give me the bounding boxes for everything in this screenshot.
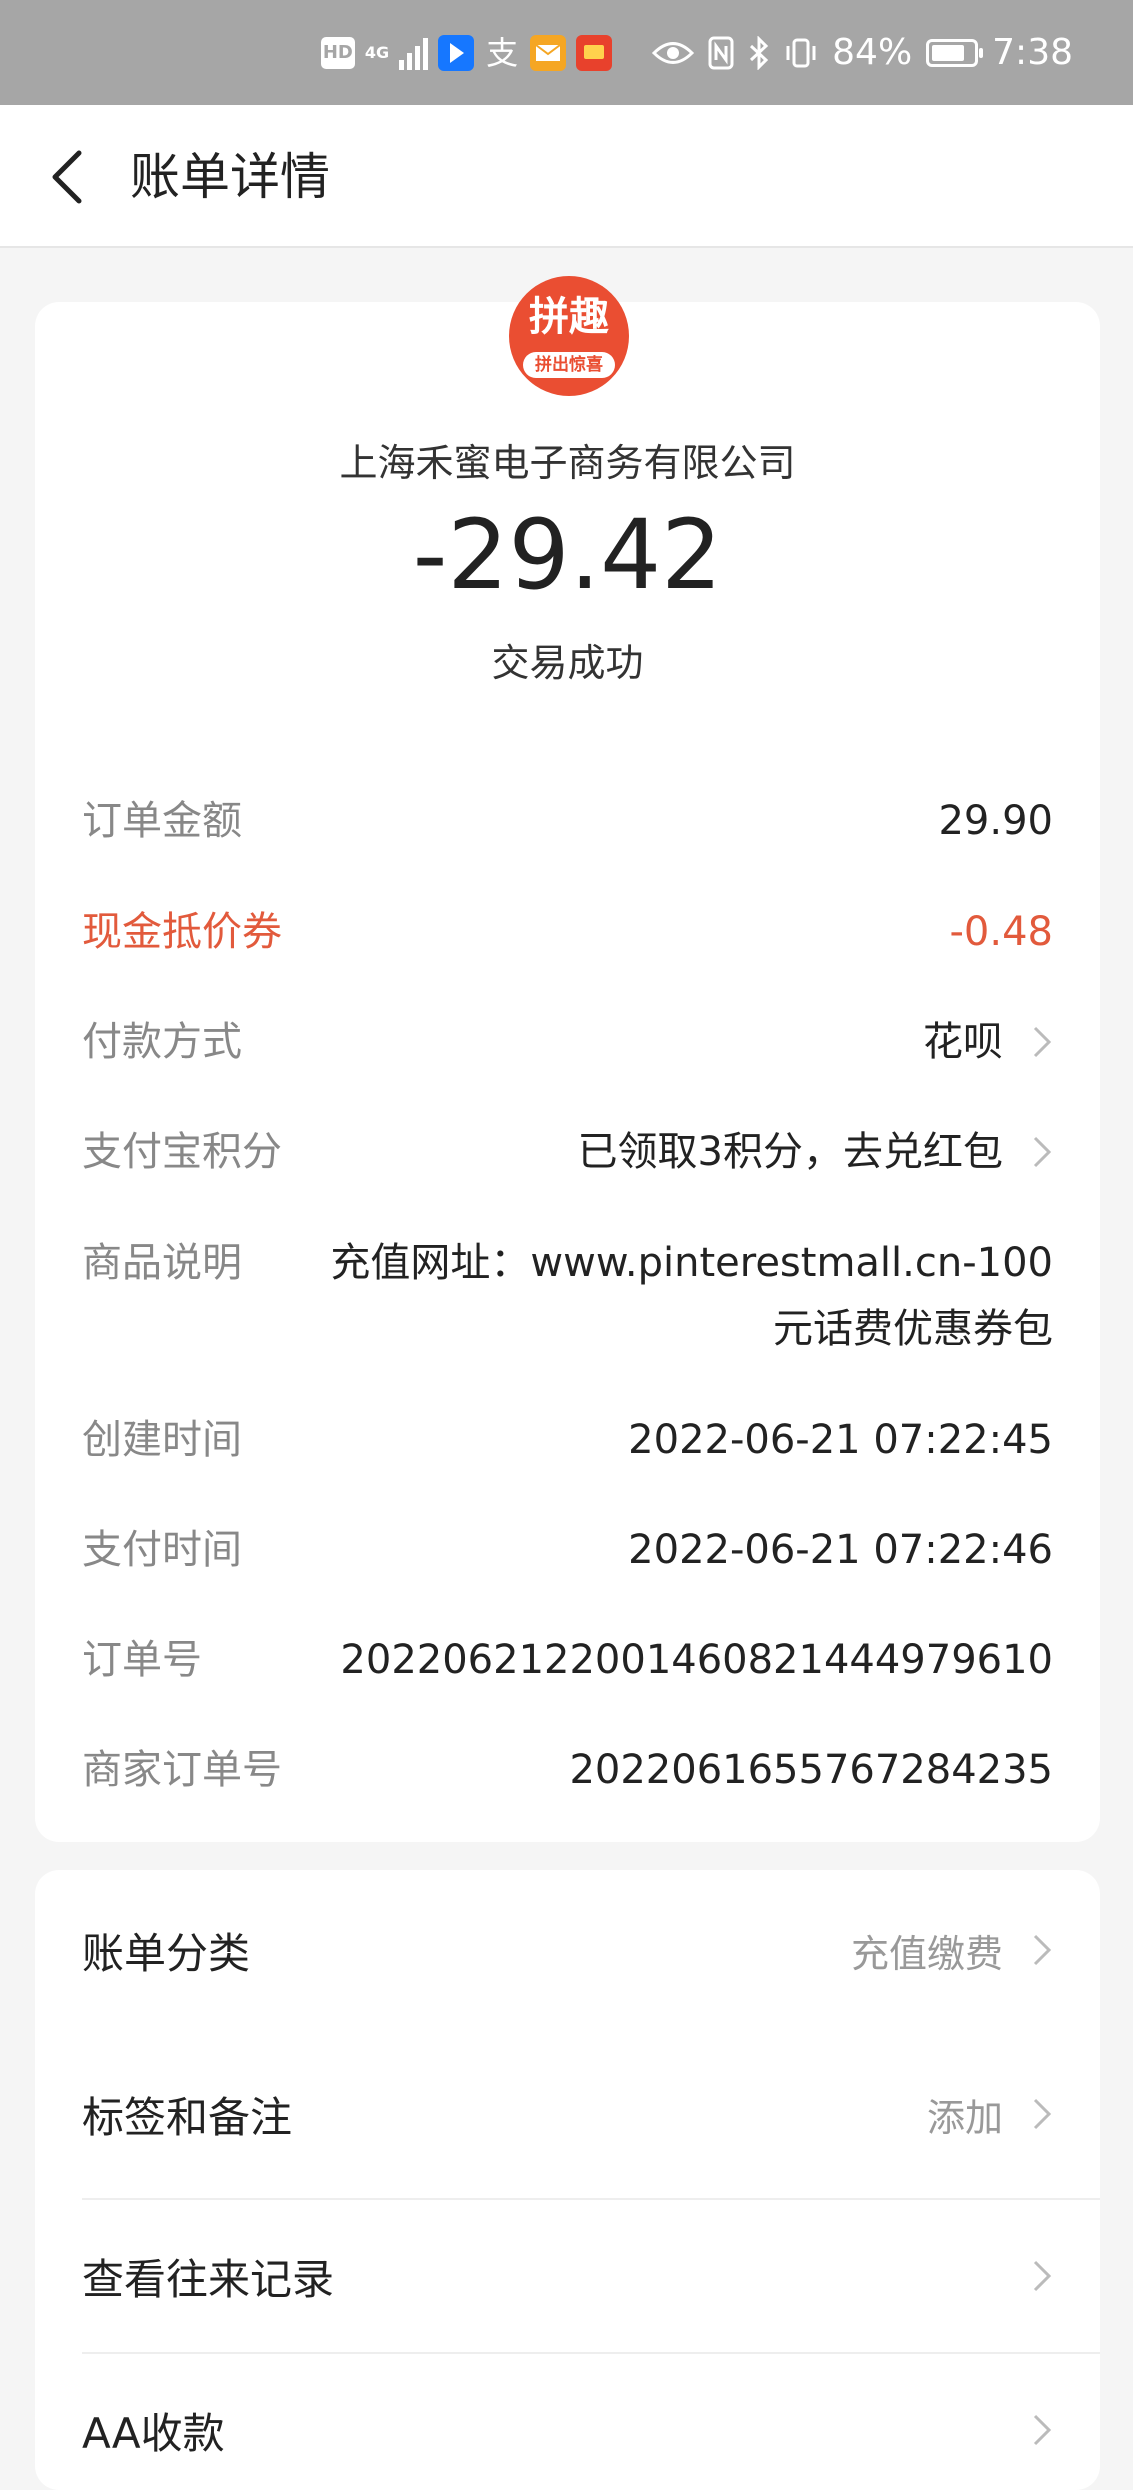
status-icons-left: HD 4G 支 (320, 33, 613, 72)
order-amount-value: 29.90 (938, 798, 1053, 844)
status-bar: HD 4G 支 84% 7:38 (0, 0, 1133, 105)
status-icons-right: 84% 7:38 (652, 32, 1073, 73)
coupon-row: 现金抵价券 -0.48 (82, 899, 1053, 965)
bluetooth-share-app-icon (438, 34, 475, 71)
bill-summary-card: 拼趣 拼出惊喜 上海禾蜜电子商务有限公司 -29.42 交易成功 订单金额 29… (35, 276, 1100, 1842)
bill-category-value-wrap: 充值缴费 (851, 1923, 1053, 1978)
order-number-value: 2022062122001460821444979610 (340, 1637, 1053, 1683)
shopping-app-icon (576, 34, 613, 71)
merchant-order-label: 商家订单号 (82, 1747, 282, 1793)
coupon-label: 现金抵价券 (82, 909, 282, 955)
battery-icon (926, 38, 984, 67)
bluetooth-icon (750, 35, 769, 70)
merchant-order-value: 2022061655767284235 (569, 1747, 1053, 1793)
product-description-line2: 元话费优惠券包 (773, 1306, 1053, 1352)
chevron-right-icon (1033, 1136, 1052, 1168)
tags-notes-value-wrap: 添加 (927, 2087, 1053, 2142)
tags-notes-value: 添加 (926, 2095, 1003, 2140)
chevron-right-icon (1033, 1934, 1052, 1966)
payment-method-value: 花呗 (923, 1019, 1003, 1065)
chevron-right-icon (1033, 2260, 1052, 2292)
payment-method-label: 付款方式 (82, 1019, 242, 1065)
mail-app-icon (530, 34, 567, 71)
coupon-value: -0.48 (949, 909, 1054, 955)
order-number-label: 订单号 (82, 1637, 202, 1683)
created-time-label: 创建时间 (82, 1417, 242, 1463)
alipay-points-label: 支付宝积分 (82, 1129, 282, 1175)
nav-bar: 账单详情 (0, 105, 1133, 248)
divider (82, 2198, 1100, 2200)
order-amount-label: 订单金额 (82, 798, 242, 844)
created-time-row: 创建时间 2022-06-21 07:22:45 (82, 1407, 1053, 1473)
bill-category-label: 账单分类 (82, 1928, 251, 1978)
transaction-status: 交易成功 (491, 641, 644, 685)
merchant-name: 上海禾蜜电子商务有限公司 (339, 441, 796, 485)
bill-category-row[interactable]: 账单分类 充值缴费 (82, 1910, 1053, 1990)
chevron-right-icon (1033, 2414, 1052, 2446)
product-description-row: 商品说明 充值网址：www.pinterestmall.cn-100 元话费优惠… (82, 1230, 1053, 1362)
created-time-value: 2022-06-21 07:22:45 (628, 1417, 1053, 1463)
paid-time-row: 支付时间 2022-06-21 07:22:46 (82, 1517, 1053, 1583)
back-arrow-icon[interactable] (45, 147, 95, 207)
merchant-order-row: 商家订单号 2022061655767284235 (82, 1737, 1053, 1803)
product-description-value: 充值网址：www.pinterestmall.cn-100 元话费优惠券包 (330, 1230, 1053, 1362)
view-history-label: 查看往来记录 (82, 2254, 335, 2304)
paid-time-value: 2022-06-21 07:22:46 (628, 1527, 1053, 1573)
network-type: 4G (364, 42, 390, 62)
alipay-points-row[interactable]: 支付宝积分 已领取3积分，去兑红包 (82, 1119, 1053, 1185)
vibrate-icon (786, 38, 816, 67)
view-history-chevron-wrap (1003, 2256, 1053, 2296)
tags-notes-row[interactable]: 标签和备注 添加 (82, 2074, 1053, 2154)
view-history-row[interactable]: 查看往来记录 (82, 2236, 1053, 2316)
order-number-row: 订单号 2022062122001460821444979610 (82, 1627, 1053, 1693)
nfc-icon (708, 36, 734, 69)
eye-icon (652, 41, 695, 64)
signal-icon (399, 36, 429, 70)
hd-icon: HD (320, 36, 355, 69)
product-description-line1: 充值网址：www.pinterestmall.cn-100 (330, 1240, 1053, 1286)
bill-actions-card: 账单分类 充值缴费 标签和备注 添加 查看往来记录 AA收款 (35, 1870, 1100, 2490)
product-description-label: 商品说明 (82, 1240, 242, 1286)
clock: 7:38 (992, 32, 1073, 73)
merchant-logo: 拼趣 拼出惊喜 (509, 276, 629, 396)
aa-collect-row[interactable]: AA收款 (82, 2390, 1053, 2470)
alipay-points-value-wrap: 已领取3积分，去兑红包 (578, 1119, 1053, 1185)
paid-time-label: 支付时间 (82, 1527, 242, 1573)
battery-percent: 84% (832, 32, 913, 73)
aa-collect-label: AA收款 (82, 2408, 225, 2458)
divider (82, 2352, 1100, 2354)
chevron-right-icon (1033, 2098, 1052, 2130)
alipay-points-value: 已领取3积分，去兑红包 (577, 1129, 1003, 1175)
aa-collect-chevron-wrap (1003, 2410, 1053, 2450)
alipay-icon: 支 (486, 33, 519, 72)
payment-method-row[interactable]: 付款方式 花呗 (82, 1009, 1053, 1075)
payment-method-value-wrap: 花呗 (923, 1009, 1053, 1075)
page-title: 账单详情 (130, 148, 330, 206)
bill-category-value: 充值缴费 (850, 1931, 1003, 1976)
tags-notes-label: 标签和备注 (82, 2092, 293, 2142)
logo-text: 拼趣 (529, 294, 609, 340)
chevron-right-icon (1033, 1026, 1052, 1058)
order-amount-row: 订单金额 29.90 (82, 788, 1053, 854)
logo-subtext: 拼出惊喜 (523, 352, 615, 378)
transaction-amount: -29.42 (412, 499, 723, 611)
